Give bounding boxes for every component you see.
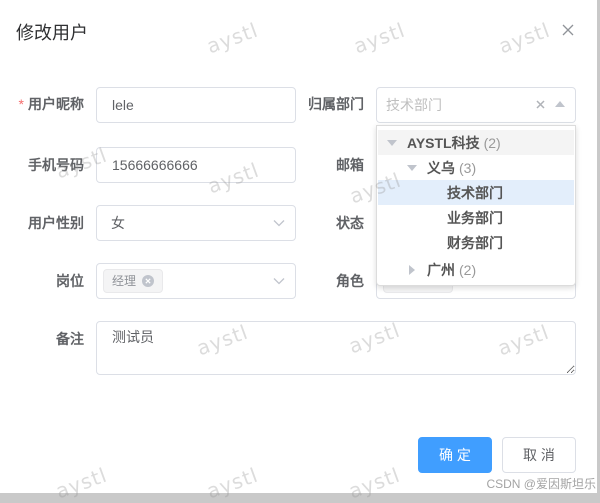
close-icon[interactable]: [562, 24, 574, 36]
tree-node[interactable]: 财务部门: [378, 230, 574, 255]
tree-node-count: (2): [459, 261, 477, 278]
remark-label: 备注: [56, 331, 84, 347]
caret-down-icon[interactable]: [385, 136, 399, 150]
post-select[interactable]: 经理: [96, 263, 296, 299]
remark-textarea[interactable]: 测试员: [96, 321, 576, 375]
nickname-input[interactable]: [96, 87, 296, 123]
tree-node[interactable]: 广州 (2): [378, 257, 574, 282]
tree-node-spacer: [425, 236, 439, 250]
close-button[interactable]: [559, 21, 577, 39]
department-label: 归属部门: [308, 96, 364, 112]
caret-down-icon[interactable]: [405, 161, 419, 175]
email-label: 邮箱: [336, 157, 364, 173]
required-mark: *: [18, 96, 24, 112]
cancel-button[interactable]: 取 消: [502, 437, 576, 473]
dialog-title: 修改用户: [16, 23, 88, 43]
tree-node[interactable]: 义乌 (3): [378, 155, 574, 180]
gender-select[interactable]: 女: [96, 205, 296, 241]
tree-node[interactable]: 技术部门: [378, 180, 574, 205]
confirm-button[interactable]: 确 定: [418, 437, 492, 473]
edit-user-dialog: 修改用户 *用户昵称 归属部门 技术部门 手机号码 邮箱 用户性别 女: [0, 0, 597, 493]
tree-node-count: (2): [483, 134, 501, 151]
tree-node[interactable]: AYSTL科技 (2): [378, 130, 574, 155]
tree-node-label: AYSTL科技: [407, 134, 480, 151]
tree-node-spacer: [425, 211, 439, 225]
tree-node-label: 业务部门: [447, 209, 503, 226]
caret-up-icon[interactable]: [555, 101, 565, 107]
gender-label: 用户性别: [28, 215, 84, 231]
clear-icon[interactable]: [536, 100, 545, 109]
tree-node-count: (3): [459, 159, 477, 176]
nickname-label: * 用户昵称: [0, 94, 84, 114]
post-tag: 经理: [103, 269, 164, 293]
tree-node[interactable]: 业务部门: [378, 205, 574, 230]
status-label: 状态: [336, 215, 364, 231]
phone-label: 手机号码: [28, 157, 84, 173]
tree-node-label: 技术部门: [447, 184, 503, 201]
tree-node-label: 义乌: [427, 159, 455, 176]
tree-node-label: 财务部门: [447, 234, 503, 251]
department-tree-dropdown: AYSTL科技 (2) 义乌 (3) 技术部门 业务部门 财务部门 广州 (2): [376, 125, 576, 286]
role-label: 角色: [336, 273, 364, 289]
caret-right-icon[interactable]: [405, 263, 419, 277]
department-select[interactable]: 技术部门: [376, 87, 576, 123]
phone-input[interactable]: [96, 147, 296, 183]
department-value: 技术部门: [386, 97, 442, 113]
post-tag-label: 经理: [112, 274, 137, 288]
tag-close-icon[interactable]: [142, 275, 155, 287]
gender-value: 女: [111, 215, 125, 231]
tree-node-label: 广州: [427, 261, 455, 278]
nickname-label-text: 用户昵称: [28, 96, 84, 112]
tree-node-spacer: [425, 186, 439, 200]
source-credit: CSDN @爱因斯坦乐: [486, 477, 596, 491]
post-label: 岗位: [56, 273, 84, 289]
